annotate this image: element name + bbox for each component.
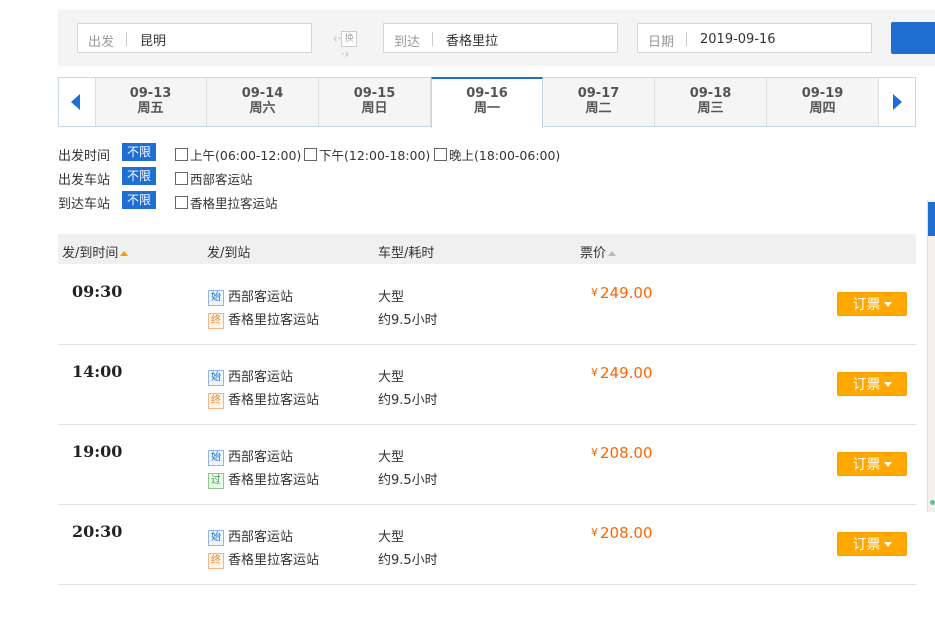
side-map-panel[interactable]	[927, 200, 935, 512]
arrow-right-icon	[893, 94, 902, 110]
filter-label: 出发时间	[58, 149, 111, 164]
header-time[interactable]: 发/到时间	[62, 242, 129, 261]
search-button[interactable]	[891, 22, 935, 54]
checkbox-depart-station[interactable]: 西部客运站	[175, 169, 253, 188]
ticket-price: ¥208.00	[591, 444, 653, 462]
header-station: 发/到站	[207, 246, 251, 261]
depart-station[interactable]: 始西部客运站	[208, 526, 293, 546]
next-dates-button[interactable]	[878, 78, 915, 126]
book-button[interactable]: 订票	[837, 292, 907, 316]
to-field[interactable]: 到达	[383, 23, 618, 53]
depart-time: 19:00	[72, 442, 123, 461]
date-tab[interactable]: 09-19 周四	[767, 78, 879, 126]
prev-dates-button[interactable]	[59, 78, 96, 126]
ticket-price: ¥249.00	[591, 364, 653, 382]
start-tag-icon: 始	[208, 290, 224, 306]
date-field[interactable]: 日期	[637, 23, 872, 53]
bus-type: 大型	[378, 450, 405, 465]
caret-down-icon	[883, 542, 892, 547]
checkbox-icon	[304, 148, 317, 161]
filter-label: 到达车站	[58, 197, 111, 212]
ticket-price: ¥208.00	[591, 524, 653, 542]
checkbox-icon	[175, 172, 188, 185]
sort-up-icon	[608, 251, 617, 256]
from-field[interactable]: 出发	[77, 23, 312, 53]
table-row: 14:00 始西部客运站 终香格里拉客运站 大型 约9.5小时 ¥249.00 …	[58, 344, 916, 425]
checkbox-evening[interactable]: 晚上(18:00-06:00)	[434, 145, 560, 164]
sort-up-icon	[120, 251, 129, 256]
end-tag-icon: 终	[208, 313, 224, 329]
from-label: 出发	[88, 35, 115, 50]
duration: 约9.5小时	[378, 393, 438, 408]
end-tag-icon: 终	[208, 393, 224, 409]
no-limit-button[interactable]: 不限	[122, 167, 156, 185]
to-label: 到达	[394, 35, 421, 50]
duration: 约9.5小时	[378, 553, 438, 568]
depart-station[interactable]: 始西部客运站	[208, 286, 293, 306]
date-tab[interactable]: 09-13 周五	[95, 78, 207, 126]
search-bar: 出发 ‹·换·› 到达 日期	[58, 10, 935, 66]
table-row: 09:30 始西部客运站 终香格里拉客运站 大型 约9.5小时 ¥249.00 …	[58, 264, 916, 345]
caret-down-icon	[883, 462, 892, 467]
depart-station[interactable]: 始西部客运站	[208, 446, 293, 466]
start-tag-icon: 始	[208, 370, 224, 386]
arrow-left-icon	[71, 94, 80, 110]
arrive-station[interactable]: 终香格里拉客运站	[208, 389, 319, 409]
checkbox-icon	[434, 148, 447, 161]
bus-type: 大型	[378, 290, 405, 305]
duration: 约9.5小时	[378, 313, 438, 328]
date-tabs: 09-13 周五 09-14 周六 09-15 周日 09-16 周一 09-17 周二 …	[58, 77, 916, 128]
start-tag-icon: 始	[208, 450, 224, 466]
table-row: 19:00 始西部客运站 过香格里拉客运站 大型 约9.5小时 ¥208.00 …	[58, 424, 916, 505]
to-separator	[432, 32, 433, 46]
from-separator	[126, 32, 127, 46]
date-label: 日期	[648, 35, 675, 50]
caret-down-icon	[883, 382, 892, 387]
start-tag-icon: 始	[208, 530, 224, 546]
side-tab[interactable]	[928, 202, 935, 236]
table-header: 发/到时间 发/到站 车型/耗时 票价	[58, 234, 916, 264]
no-limit-button[interactable]: 不限	[122, 143, 156, 161]
depart-station[interactable]: 始西部客运站	[208, 366, 293, 386]
to-input[interactable]	[446, 29, 606, 49]
pass-tag-icon: 过	[208, 473, 224, 489]
depart-time: 20:30	[72, 522, 123, 541]
date-tab[interactable]: 09-15 周日	[319, 78, 431, 126]
duration: 约9.5小时	[378, 473, 438, 488]
table-row: 20:30 始西部客运站 终香格里拉客运站 大型 约9.5小时 ¥208.00 …	[58, 504, 916, 585]
arrive-station[interactable]: 终香格里拉客运站	[208, 309, 319, 329]
swap-icon[interactable]: ‹· 换·›	[330, 31, 360, 61]
checkbox-arrive-station[interactable]: 香格里拉客运站	[175, 193, 278, 212]
end-tag-icon: 终	[208, 553, 224, 569]
from-input[interactable]	[140, 29, 300, 49]
date-tab[interactable]: 09-17 周二	[543, 78, 655, 126]
bus-type: 大型	[378, 370, 405, 385]
depart-time: 14:00	[72, 362, 123, 381]
no-limit-button[interactable]: 不限	[122, 191, 156, 209]
checkbox-afternoon[interactable]: 下午(12:00-18:00)	[304, 145, 430, 164]
depart-time: 09:30	[72, 282, 123, 301]
checkbox-icon	[175, 196, 188, 209]
date-tab[interactable]: 09-14 周六	[207, 78, 319, 126]
checkbox-icon	[175, 148, 188, 161]
date-separator	[686, 32, 687, 46]
date-input[interactable]	[700, 29, 860, 49]
bus-type: 大型	[378, 530, 405, 545]
book-button[interactable]: 订票	[837, 452, 907, 476]
filter-label: 出发车站	[58, 173, 111, 188]
caret-down-icon	[883, 302, 892, 307]
ticket-price: ¥249.00	[591, 284, 653, 302]
header-bus: 车型/耗时	[378, 246, 435, 261]
book-button[interactable]: 订票	[837, 372, 907, 396]
checkbox-morning[interactable]: 上午(06:00-12:00)	[175, 145, 301, 164]
map-marker-icon	[930, 500, 935, 505]
arrive-station[interactable]: 过香格里拉客运站	[208, 469, 319, 489]
date-tab-active[interactable]: 09-16 周一	[431, 77, 543, 128]
book-button[interactable]: 订票	[837, 532, 907, 556]
date-tab[interactable]: 09-18 周三	[655, 78, 767, 126]
header-price[interactable]: 票价	[580, 242, 617, 261]
arrive-station[interactable]: 终香格里拉客运站	[208, 549, 319, 569]
